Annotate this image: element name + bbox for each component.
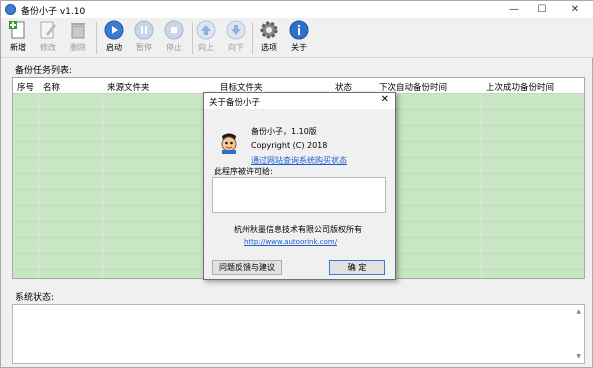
purchase-status-link[interactable]: 通过网站查询系统购买状态 <box>251 155 347 166</box>
window-title: 备份小子 v1.10 <box>21 7 86 17</box>
dialog-close-icon[interactable]: ✕ <box>381 94 389 105</box>
arrow-up-icon <box>196 20 216 40</box>
dialog-title: 关于备份小子 <box>209 98 261 108</box>
gear-icon <box>260 21 278 39</box>
delete-label: 删除 <box>70 43 86 52</box>
start-label: 启动 <box>106 43 122 52</box>
ok-button[interactable]: 确 定 <box>329 260 385 275</box>
edit-icon <box>40 21 56 39</box>
pause-label: 暂停 <box>136 43 152 52</box>
edit-label: 修改 <box>40 43 56 52</box>
main-window: 备份小子 v1.10 — ☐ ✕ 新增 修改 删除 启动 暂停 停止 向上 向下… <box>0 0 593 368</box>
license-field <box>212 177 386 213</box>
delete-button[interactable]: 删除 <box>63 20 93 56</box>
edit-button[interactable]: 修改 <box>33 20 63 56</box>
close-button[interactable]: ✕ <box>562 1 588 18</box>
scroll-down-arrow-icon[interactable]: ▼ <box>576 353 581 360</box>
start-button[interactable]: 启动 <box>99 20 129 56</box>
website-link[interactable]: http://www.autoorink.com/ <box>244 238 337 246</box>
app-icon <box>5 4 16 15</box>
title-bar: 备份小子 v1.10 — ☐ ✕ <box>1 1 593 18</box>
about-dialog: 关于备份小子 ✕ 备份小子，1.10版 Copyright (C) 2018 通… <box>203 92 396 280</box>
info-icon <box>289 20 309 40</box>
toolbar: 新增 修改 删除 启动 暂停 停止 向上 向下 选项 关于 <box>1 18 593 58</box>
trash-icon <box>71 23 85 39</box>
options-label: 选项 <box>261 43 277 52</box>
feedback-button[interactable]: 问题反馈与建议 <box>212 260 282 275</box>
move-up-button[interactable]: 向上 <box>191 20 221 56</box>
company-text: 杭州秋墨信息技术有限公司版权所有 <box>234 225 362 234</box>
play-icon <box>104 20 124 40</box>
app-logo-icon <box>221 133 237 154</box>
arrow-down-icon <box>226 20 246 40</box>
toolbar-separator <box>96 22 97 54</box>
new-button[interactable]: 新增 <box>3 20 33 56</box>
maximize-button[interactable]: ☐ <box>529 1 555 18</box>
scroll-up-arrow-icon[interactable]: ▲ <box>576 308 581 315</box>
stop-icon <box>164 20 184 40</box>
license-label: 此程序被许可给: <box>214 167 273 176</box>
minimize-button[interactable]: — <box>501 1 527 18</box>
dialog-title-bar: 关于备份小子 ✕ <box>204 93 395 109</box>
column-header[interactable]: 上次成功备份时间 <box>486 81 554 93</box>
column-header[interactable]: 序号 <box>17 81 34 93</box>
new-doc-icon <box>9 21 25 39</box>
pause-button[interactable]: 暂停 <box>129 20 159 56</box>
move-up-label: 向上 <box>198 43 214 52</box>
options-button[interactable]: 选项 <box>254 20 284 56</box>
column-header[interactable]: 名称 <box>43 81 60 93</box>
stop-label: 停止 <box>166 43 182 52</box>
stop-button[interactable]: 停止 <box>159 20 189 56</box>
status-label: 系统状态: <box>15 293 55 303</box>
pause-icon <box>134 20 154 40</box>
about-button[interactable]: 关于 <box>284 20 314 56</box>
new-label: 新增 <box>10 43 26 52</box>
about-label: 关于 <box>291 43 307 52</box>
status-log[interactable]: ▲ ▼ <box>12 304 585 364</box>
move-down-button[interactable]: 向下 <box>221 20 251 56</box>
task-list-label: 备份任务列表: <box>15 66 73 76</box>
version-text: 备份小子，1.10版 <box>251 127 317 136</box>
column-header[interactable]: 来源文件夹 <box>107 81 150 93</box>
move-down-label: 向下 <box>228 43 244 52</box>
copyright-text: Copyright (C) 2018 <box>251 141 328 150</box>
toolbar-separator <box>252 22 253 54</box>
